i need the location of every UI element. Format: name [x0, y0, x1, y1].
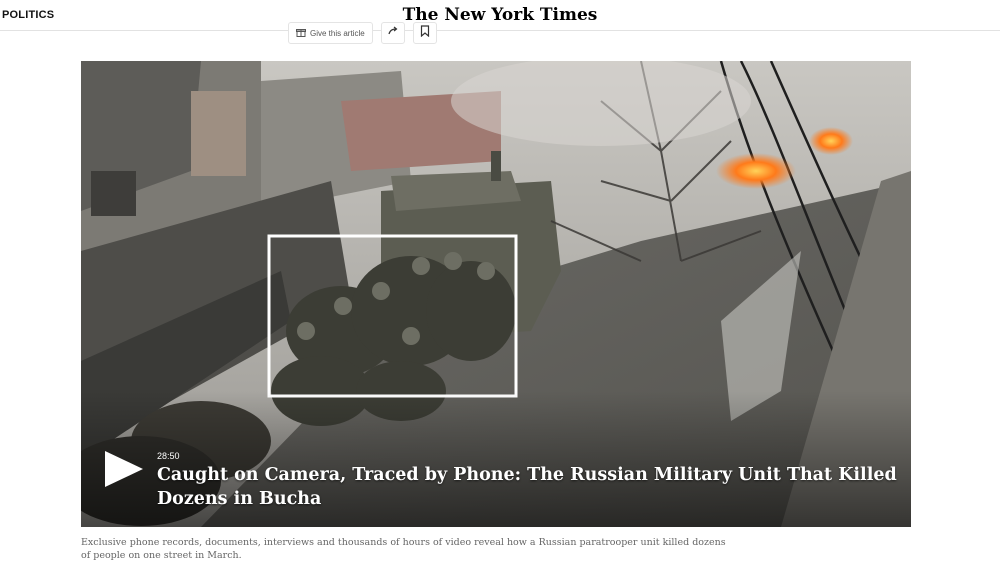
video-headline[interactable]: Caught on Camera, Traced by Phone: The R…	[157, 463, 897, 511]
video-thumbnail	[81, 61, 911, 527]
play-button[interactable]	[103, 447, 147, 491]
gift-icon	[296, 27, 306, 39]
gift-article-label: Give this article	[310, 28, 365, 38]
video-player[interactable]: 28:50 Caught on Camera, Traced by Phone:…	[81, 61, 911, 527]
gift-article-button[interactable]: Give this article	[288, 22, 373, 44]
article-tools: Give this article	[288, 21, 437, 45]
nyt-logo[interactable]: The New York Times	[0, 5, 1000, 25]
share-icon	[387, 24, 399, 42]
share-button[interactable]	[380, 22, 405, 44]
video-duration: 28:50	[157, 451, 180, 461]
top-bar: POLITICS The New York Times	[0, 0, 1000, 31]
video-caption: Exclusive phone records, documents, inte…	[81, 537, 726, 561]
bookmark-button[interactable]	[412, 22, 437, 44]
bookmark-icon	[420, 24, 430, 42]
play-icon	[105, 451, 143, 487]
